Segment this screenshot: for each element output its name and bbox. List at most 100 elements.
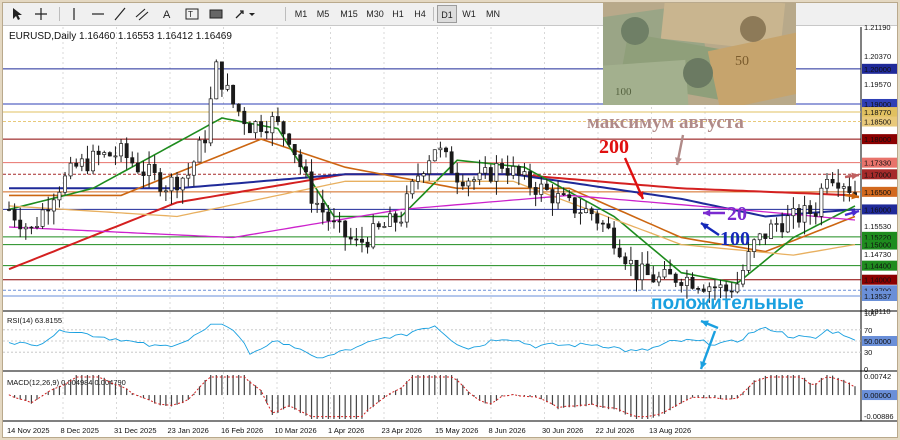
candle-body — [656, 276, 661, 283]
candle-body — [561, 193, 566, 196]
candle-body — [376, 223, 381, 228]
candle-body — [191, 161, 196, 176]
candle-body — [135, 162, 140, 173]
candle-body — [130, 157, 135, 164]
candle-body — [236, 103, 241, 112]
rsi-tick-label: 30 — [864, 348, 872, 357]
candle-body — [606, 223, 611, 229]
candle-body — [343, 220, 348, 238]
date-tick-label: 16 Feb 2026 — [221, 426, 263, 435]
candle-body — [696, 288, 701, 290]
date-tick-label: 22 Jul 2026 — [596, 426, 635, 435]
annotation-ma100: 100 — [720, 228, 750, 250]
candle-body — [455, 172, 460, 183]
date-tick-label: 1 Apr 2026 — [328, 426, 364, 435]
candle-body — [640, 263, 645, 281]
candle-body — [382, 226, 387, 228]
candle-body — [757, 233, 762, 241]
candle-body — [662, 269, 667, 278]
candle-body — [516, 166, 521, 176]
candle-body — [673, 273, 678, 283]
candle-body — [79, 158, 84, 167]
candle-body — [96, 150, 101, 155]
candle-body — [404, 193, 409, 223]
macd-tick-label: -0.00886 — [864, 412, 894, 421]
price-tick-label: 1.15530 — [864, 222, 891, 231]
candle-body — [628, 259, 633, 265]
price-tick-label: 1.18000 — [864, 135, 891, 144]
price-tick-label: 1.17000 — [864, 170, 891, 179]
candle-body — [264, 131, 269, 134]
candle-body — [847, 186, 852, 193]
candle-body — [769, 223, 773, 239]
candle-body — [505, 168, 510, 176]
price-tick-label: 1.13537 — [864, 292, 891, 301]
annotation-max-august: максимум августа — [587, 112, 744, 133]
candle-body — [102, 152, 107, 155]
macd-tick-label: 0.00000 — [864, 391, 891, 400]
candle-body — [830, 179, 835, 184]
candle-body — [231, 84, 236, 105]
candle-body — [752, 239, 757, 252]
annotation-positive: положительные — [651, 293, 804, 314]
candle-body — [180, 177, 185, 191]
candle-body — [124, 143, 129, 159]
candle-body — [18, 219, 23, 230]
candle-body — [651, 274, 656, 283]
date-tick-label: 8 Jun 2026 — [489, 426, 526, 435]
candle-body — [483, 167, 488, 174]
candle-body — [432, 149, 437, 162]
candle-body — [679, 282, 684, 286]
price-tick-label: 1.14730 — [864, 250, 891, 259]
candle-body — [119, 143, 124, 157]
price-tick-label: 1.16000 — [864, 205, 891, 214]
candle-body — [287, 133, 292, 145]
svg-text:100: 100 — [615, 86, 632, 98]
candle-body — [57, 191, 62, 201]
candle-body — [701, 288, 706, 292]
candle-body — [544, 183, 549, 190]
candle-body — [813, 213, 818, 217]
candle-body — [712, 286, 717, 289]
candle-body — [23, 226, 28, 230]
candle-body — [460, 181, 465, 187]
date-tick-label: 10 Mar 2026 — [275, 426, 317, 435]
candle-body — [550, 189, 555, 204]
candle-body — [427, 160, 432, 175]
candle-body — [645, 263, 650, 276]
rsi-tick-label: 70 — [864, 326, 872, 335]
chart-window: A T M1 M5 M15 M30 H1 H4 D1 W1 MN RSI(14)… — [2, 2, 898, 438]
candle-body — [197, 139, 202, 163]
candle-body — [270, 116, 275, 134]
candle-body — [326, 211, 331, 222]
candle-body — [152, 164, 157, 173]
candle-body — [612, 227, 617, 249]
candle-body — [107, 152, 112, 157]
macd-signal-line — [8, 376, 856, 418]
candle-body — [724, 284, 729, 292]
candle-body — [247, 123, 252, 134]
candle-body — [46, 209, 51, 212]
candle-body — [371, 223, 376, 248]
annotation-ma200: 200 — [599, 136, 629, 158]
candle-body — [388, 213, 392, 227]
candle-body — [472, 179, 476, 182]
candle-body — [281, 121, 286, 135]
candle-body — [40, 209, 45, 227]
candle-body — [158, 172, 163, 192]
ma20-line — [8, 117, 856, 285]
candle-body — [275, 116, 280, 123]
macd-label: MACD(12,26,9) 0.004984 0.004790 — [7, 378, 126, 387]
price-tick-label: 1.21190 — [864, 23, 891, 32]
candle-body — [259, 121, 264, 132]
candle-body — [12, 209, 17, 221]
price-tick-label: 1.16500 — [864, 188, 891, 197]
candle-body — [416, 175, 420, 182]
date-tick-label: 15 May 2026 — [435, 426, 478, 435]
candle-body — [315, 202, 320, 205]
candle-body — [365, 241, 370, 248]
candle-body — [219, 61, 224, 90]
candle-body — [774, 223, 779, 225]
candle-body — [292, 144, 297, 156]
svg-text:50: 50 — [735, 54, 749, 69]
